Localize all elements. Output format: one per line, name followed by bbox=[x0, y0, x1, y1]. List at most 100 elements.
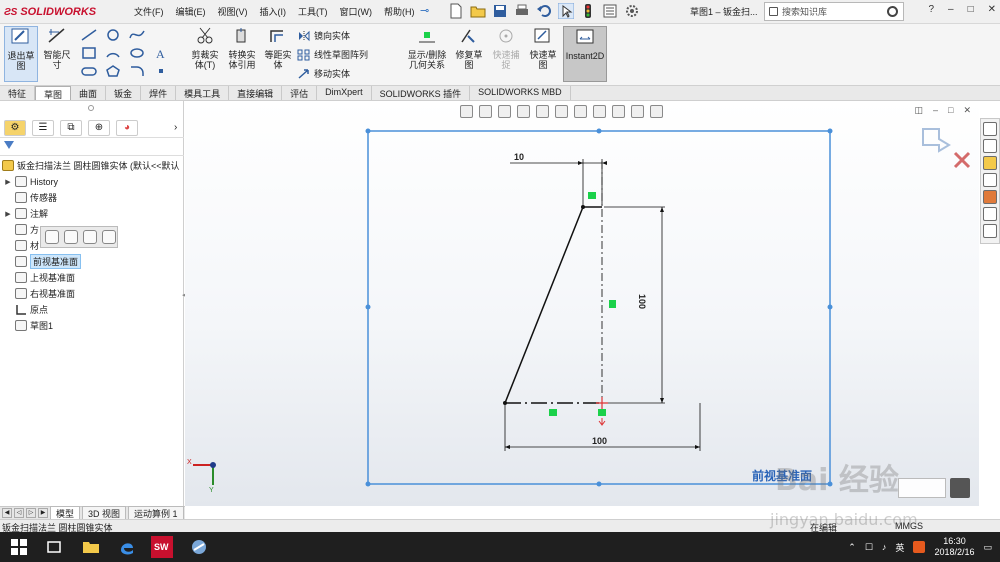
exit-sketch-corner-icon[interactable] bbox=[922, 128, 951, 153]
prev-tab-arrow-icon[interactable]: ◁ bbox=[14, 508, 24, 518]
appearances-icon[interactable] bbox=[983, 190, 997, 204]
polygon-icon[interactable] bbox=[104, 64, 122, 78]
file-explorer-taskbar-icon[interactable] bbox=[82, 538, 100, 556]
tab-sketch[interactable]: 草图 bbox=[35, 86, 72, 100]
custom-properties-icon[interactable] bbox=[983, 207, 997, 221]
pin-icon[interactable]: ⊸ bbox=[420, 4, 429, 17]
tree-item-front-plane[interactable]: 前视基准面 bbox=[4, 254, 82, 269]
property-manager-tab-icon[interactable]: ☰ bbox=[32, 119, 54, 136]
task-view-icon[interactable] bbox=[45, 538, 63, 556]
cancel-sketch-corner-icon[interactable] bbox=[953, 151, 971, 169]
confirmation-corner[interactable] bbox=[922, 128, 971, 169]
tree-item-annotations[interactable]: ▶ 注解 bbox=[4, 206, 48, 221]
close-button[interactable]: ✕ bbox=[988, 4, 996, 15]
fillet-icon[interactable] bbox=[128, 64, 146, 78]
rectangle-icon[interactable] bbox=[80, 46, 98, 60]
action-center-icon[interactable]: ▭ bbox=[983, 542, 992, 553]
tab-direct-editing[interactable]: 直接编辑 bbox=[229, 86, 283, 100]
open-folder-icon[interactable] bbox=[470, 3, 486, 19]
new-document-icon[interactable] bbox=[448, 3, 464, 19]
rebuild-traffic-light-icon[interactable] bbox=[580, 3, 596, 19]
search-scope-icon[interactable] bbox=[769, 7, 778, 16]
filter-icon[interactable] bbox=[4, 141, 14, 149]
repair-sketch-button[interactable]: 修复草 图 bbox=[453, 26, 485, 70]
forum-icon[interactable] bbox=[983, 224, 997, 238]
dimension-value-vertical[interactable]: 100 bbox=[637, 294, 647, 309]
display-delete-relations-button[interactable]: 显示/删除 几何关系 bbox=[404, 26, 450, 70]
windows-start-icon[interactable] bbox=[10, 538, 28, 556]
line-icon[interactable] bbox=[80, 28, 98, 42]
maximize-button[interactable]: □ bbox=[968, 4, 974, 15]
design-library-icon[interactable] bbox=[983, 139, 997, 153]
sketch-canvas[interactable] bbox=[185, 101, 979, 506]
ime-tool-icon[interactable] bbox=[913, 541, 926, 553]
solidworks-resources-icon[interactable] bbox=[983, 122, 997, 136]
menu-insert[interactable]: 插入(I) bbox=[260, 5, 287, 18]
slot-icon[interactable] bbox=[80, 64, 98, 78]
menu-help[interactable]: 帮助(H) bbox=[384, 5, 415, 18]
tree-filter-row[interactable] bbox=[0, 138, 184, 156]
mirror-entities-button[interactable]: 镜向实体 bbox=[297, 29, 350, 42]
sketch-point[interactable] bbox=[581, 205, 585, 209]
menu-file[interactable]: 文件(F) bbox=[134, 5, 164, 18]
ellipse-icon[interactable] bbox=[128, 46, 146, 60]
dimxpert-manager-tab-icon[interactable]: ⊕ bbox=[88, 119, 110, 136]
quick-snaps-button[interactable]: 快速捕 捉 bbox=[490, 26, 522, 70]
show-hide-eye-icon[interactable] bbox=[64, 230, 78, 244]
last-tab-arrow-icon[interactable]: ▶ bbox=[38, 508, 48, 518]
tree-item-origin[interactable]: 原点 bbox=[4, 302, 48, 317]
menu-tools[interactable]: 工具(T) bbox=[298, 5, 328, 18]
input-method-indicator[interactable]: 英 bbox=[895, 541, 904, 554]
plane-handles[interactable] bbox=[365, 128, 833, 487]
horizontal-relation-icon[interactable] bbox=[588, 192, 596, 199]
tree-item-top-plane[interactable]: 上视基准面 bbox=[4, 270, 75, 285]
configuration-manager-tab-icon[interactable]: ⧉ bbox=[60, 119, 82, 136]
panel-scroll-right-icon[interactable]: › bbox=[174, 122, 177, 133]
edge-browser-icon[interactable] bbox=[118, 538, 136, 556]
coincident-relation-icon[interactable] bbox=[598, 409, 606, 416]
spline-icon[interactable] bbox=[128, 28, 146, 42]
instant2d-button[interactable]: Instant2D bbox=[563, 26, 607, 82]
move-entities-button[interactable]: 移动实体 bbox=[297, 67, 350, 80]
rapid-sketch-button[interactable]: 快速草 图 bbox=[526, 26, 560, 70]
select-cursor-icon[interactable] bbox=[558, 3, 574, 19]
trim-entities-button[interactable]: 剪裁实 体(T) bbox=[188, 26, 222, 70]
next-tab-arrow-icon[interactable]: ▷ bbox=[26, 508, 36, 518]
edit-sketch-icon[interactable] bbox=[45, 230, 59, 244]
menu-view[interactable]: 视图(V) bbox=[218, 5, 248, 18]
tree-item-sensors[interactable]: 传感器 bbox=[4, 190, 57, 205]
tab-dimxpert[interactable]: DimXpert bbox=[317, 86, 372, 100]
front-plane-boundary[interactable] bbox=[367, 130, 831, 485]
smart-dimension-button[interactable]: 智能尺 寸 bbox=[40, 26, 74, 70]
knowledge-base-search-input[interactable]: 搜索知识库 bbox=[764, 2, 904, 21]
zoom-to-selection-icon[interactable] bbox=[83, 230, 97, 244]
undo-icon[interactable] bbox=[536, 3, 552, 19]
point-icon[interactable] bbox=[152, 64, 170, 78]
linear-pattern-button[interactable]: 线性草图阵列 bbox=[297, 48, 368, 61]
sketch-line-slanted[interactable] bbox=[504, 206, 584, 404]
solidworks-logo[interactable]: ƧS SOLIDWORKS bbox=[4, 4, 96, 20]
menu-edit[interactable]: 编辑(E) bbox=[176, 5, 206, 18]
network-icon[interactable]: ☐ bbox=[865, 542, 873, 553]
help-button[interactable]: ? bbox=[928, 4, 934, 15]
text-icon[interactable]: A bbox=[152, 46, 170, 60]
view-palette-icon[interactable] bbox=[983, 173, 997, 187]
vertical-relation-icon[interactable] bbox=[609, 300, 616, 308]
expand-caret-icon[interactable]: ▶ bbox=[4, 210, 12, 218]
search-icon[interactable] bbox=[887, 6, 898, 17]
offset-entities-button[interactable]: 等距实 体 bbox=[261, 26, 295, 70]
display-manager-tab-icon[interactable]: ◕ bbox=[116, 119, 138, 136]
tab-surfaces[interactable]: 曲面 bbox=[71, 86, 107, 100]
tree-root-part[interactable]: 钣金扫描法兰 圆柱圆锥实体 (默认<<默认 bbox=[2, 158, 180, 173]
volume-icon[interactable]: ♪ bbox=[882, 542, 887, 552]
tab-sheet-metal[interactable]: 钣金 bbox=[106, 86, 142, 100]
solidworks-taskbar-icon[interactable]: SW bbox=[150, 535, 174, 559]
system-clock[interactable]: 16:30 2018/2/16 bbox=[934, 536, 974, 558]
app-taskbar-icon[interactable] bbox=[190, 538, 208, 556]
graphics-area[interactable]: ◫ – □ ✕ 10 100 100 前视基准面 X Y bbox=[185, 101, 979, 506]
tab-mbd[interactable]: SOLIDWORKS MBD bbox=[470, 86, 571, 100]
tab-addins[interactable]: SOLIDWORKS 插件 bbox=[372, 86, 471, 100]
circle-icon[interactable] bbox=[104, 28, 122, 42]
first-tab-arrow-icon[interactable]: ◀ bbox=[2, 508, 12, 518]
arc-icon[interactable] bbox=[104, 46, 122, 60]
